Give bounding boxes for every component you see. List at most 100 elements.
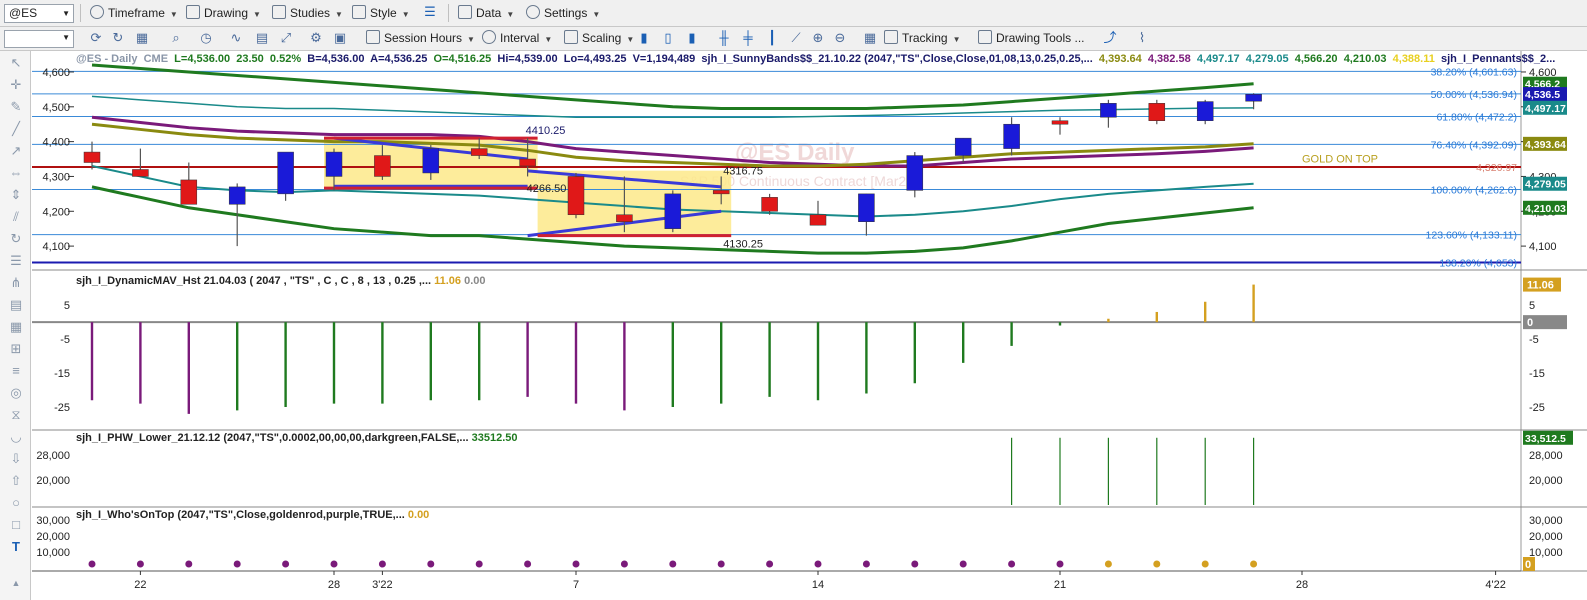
mav-tick-label-left: -5 bbox=[60, 334, 70, 346]
status-open: O=4,516.25 bbox=[433, 53, 492, 65]
status-ask: A=4,536.25 bbox=[370, 53, 428, 65]
fib-label: 100.00% (4,262.6) bbox=[1431, 184, 1517, 196]
candle-body bbox=[954, 137, 972, 156]
annotation-4410: 4410.25 bbox=[526, 125, 566, 137]
price-tick-label-left: 4,400 bbox=[42, 137, 70, 149]
price-tick-label: 4,100 bbox=[1529, 241, 1557, 253]
time-tick-label: 3'22 bbox=[372, 579, 392, 591]
phw-value: 33512.50 bbox=[471, 432, 518, 444]
price-tick-label-left: 4,100 bbox=[42, 241, 70, 253]
candle-body bbox=[470, 148, 488, 156]
candle-body bbox=[132, 169, 149, 177]
who-dot bbox=[1008, 560, 1016, 568]
who-tick-label-left: 30,000 bbox=[36, 515, 70, 527]
candle-body bbox=[277, 151, 294, 195]
time-tick-label: 7 bbox=[573, 579, 579, 591]
candle-body bbox=[664, 193, 682, 229]
who-dot bbox=[1153, 560, 1161, 568]
who-value: 0.00 bbox=[407, 509, 430, 521]
price-badge-text: 4,393.64 bbox=[1525, 139, 1566, 151]
fib-label: 138.20% (4,053) bbox=[1439, 257, 1517, 269]
candle-body bbox=[809, 214, 827, 226]
status-change-pct: 0.52% bbox=[269, 53, 302, 65]
phw-tick-label-left: 20,000 bbox=[36, 475, 70, 487]
phw-study-name: sjh_I_PHW_Lower_21.12.12 (2047,"TS",0.00… bbox=[76, 432, 469, 444]
status-low: Lo=4,493.25 bbox=[563, 53, 627, 65]
who-dot bbox=[814, 560, 822, 568]
status-change: 23.50 bbox=[236, 53, 264, 65]
who-tick-label: 20,000 bbox=[1529, 531, 1563, 543]
phw-tick-label: 28,000 bbox=[1529, 450, 1563, 462]
who-dot bbox=[1250, 560, 1258, 568]
status-high: Hi=4,539.00 bbox=[497, 53, 558, 65]
mav-value2: 0.00 bbox=[464, 275, 486, 287]
who-dot bbox=[1104, 560, 1112, 568]
time-tick-label: 21 bbox=[1054, 579, 1066, 591]
candle-body bbox=[228, 186, 246, 205]
mav-tick-label: -15 bbox=[1529, 368, 1545, 380]
status-v7: 4,388.11 bbox=[1392, 53, 1435, 65]
fib-label: 38.20% (4,601.63) bbox=[1431, 66, 1517, 78]
mav-panel-label: sjh_I_DynamicMAV_Hst 21.04.03 ( 2047 , "… bbox=[76, 275, 486, 287]
price-tick-label-left: 4,300 bbox=[42, 171, 70, 183]
who-dot bbox=[1056, 560, 1064, 568]
candle-body bbox=[858, 193, 875, 222]
status-line: @ES - Daily CME L=4,536.00 23.50 0.52% B… bbox=[76, 53, 1555, 65]
who-dot bbox=[185, 560, 193, 568]
mav-tick-label: -25 bbox=[1529, 402, 1545, 414]
status-study: sjh_I_SunnyBands$$_21.10.22 (2047,"TS",C… bbox=[701, 53, 1093, 65]
price-badge-text: 4,279.05 bbox=[1525, 179, 1566, 191]
candle-body bbox=[1100, 103, 1117, 118]
who-dot bbox=[88, 560, 96, 568]
annotation-4316: 4316.75 bbox=[723, 166, 763, 178]
time-tick-label: 28 bbox=[328, 579, 340, 591]
candle-body bbox=[1196, 101, 1214, 121]
who-dot bbox=[766, 560, 774, 568]
candle-body bbox=[325, 151, 343, 177]
time-tick-label: 28 bbox=[1296, 579, 1308, 591]
fib-label: 76.40% (4,392.09) bbox=[1431, 139, 1517, 151]
candle-body bbox=[567, 176, 585, 216]
status-v3: 4,497.17 bbox=[1196, 53, 1240, 65]
who-dot bbox=[959, 560, 967, 568]
candle-body bbox=[180, 179, 198, 205]
mav-tick-label-left: -15 bbox=[54, 368, 70, 380]
who-dot bbox=[620, 560, 628, 568]
phw-tick-label: 20,000 bbox=[1529, 475, 1563, 487]
status-v6: 4,210.03 bbox=[1343, 53, 1387, 65]
who-dot bbox=[717, 560, 725, 568]
who-dot bbox=[862, 560, 870, 568]
who-dot bbox=[524, 560, 532, 568]
phw-badge-text: 33,512.5 bbox=[1525, 433, 1566, 445]
who-tick-label: 30,000 bbox=[1529, 515, 1563, 527]
status-symbol: @ES - Daily bbox=[76, 53, 138, 65]
fib-label: 123.60% (4,133.11) bbox=[1426, 230, 1517, 242]
who-tick-label-left: 20,000 bbox=[36, 531, 70, 543]
price-tick-label-left: 4,500 bbox=[42, 102, 70, 114]
mav-badge-text: 11.06 bbox=[1527, 280, 1554, 292]
who-dot bbox=[136, 560, 144, 568]
who-dot bbox=[378, 560, 386, 568]
mav-tick-label-left: 5 bbox=[64, 300, 70, 312]
candle-body bbox=[712, 190, 730, 195]
gold-on-top-label: GOLD ON TOP bbox=[1302, 153, 1378, 165]
annotation-4266: 4266.50 bbox=[527, 183, 567, 195]
phw-panel-label: sjh_I_PHW_Lower_21.12.12 (2047,"TS",0.00… bbox=[76, 432, 518, 444]
price-badge-text: 4,536.5 bbox=[1525, 89, 1560, 101]
who-panel-label: sjh_I_Who'sOnTop (2047,"TS",Close,golden… bbox=[76, 509, 429, 521]
status-v4: 4,279.05 bbox=[1245, 53, 1289, 65]
status-v5: 4,566.20 bbox=[1294, 53, 1338, 65]
who-dot bbox=[330, 560, 338, 568]
status-bid: B=4,536.00 bbox=[307, 53, 365, 65]
support-line-label: 4,326.97 bbox=[1476, 162, 1517, 174]
mav-study-name: sjh_I_DynamicMAV_Hst 21.04.03 ( 2047 , "… bbox=[76, 275, 432, 287]
who-study-name: sjh_I_Who'sOnTop (2047,"TS",Close,golden… bbox=[76, 509, 405, 521]
who-badge-text: 0 bbox=[1525, 559, 1531, 571]
mav-tick-label-left: -25 bbox=[54, 402, 70, 414]
time-tick-label: 14 bbox=[812, 579, 824, 591]
time-tick-label: 4'22 bbox=[1485, 579, 1505, 591]
status-study2: sjh_I_Pennants$$_2... bbox=[1440, 53, 1556, 65]
candle-body bbox=[906, 155, 924, 191]
candle-body bbox=[1003, 123, 1020, 149]
fib-label: 61.80% (4,472.2) bbox=[1436, 111, 1517, 123]
